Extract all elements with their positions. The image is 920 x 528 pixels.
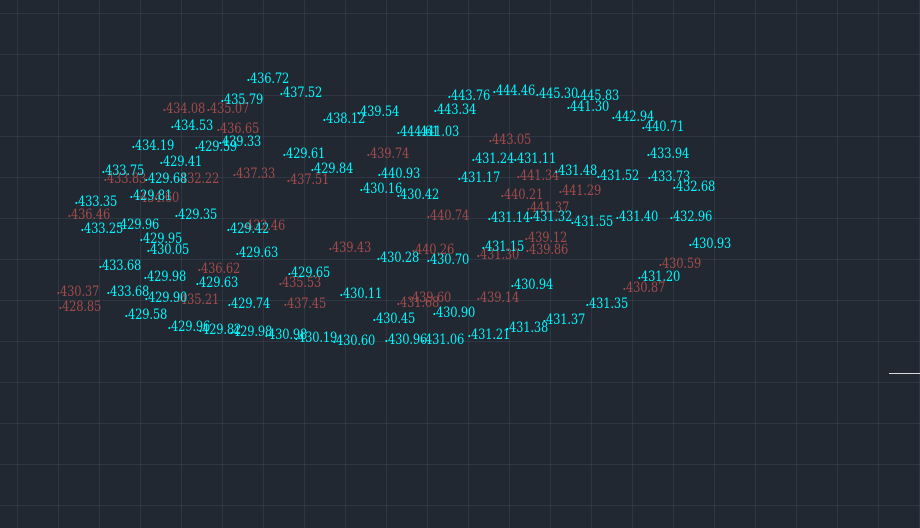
cyan-elevation-label[interactable]: 430.60 bbox=[333, 334, 375, 348]
cyan-elevation-label[interactable]: 430.96 bbox=[385, 333, 427, 347]
cyan-elevation-label[interactable]: 431.21 bbox=[468, 328, 510, 342]
cyan-elevation-label[interactable]: 430.16 bbox=[360, 182, 402, 196]
cyan-elevation-label[interactable]: 434.53 bbox=[171, 119, 213, 133]
cyan-elevation-label[interactable]: 441.03 bbox=[417, 125, 459, 139]
cyan-elevation-label[interactable]: 433.68 bbox=[99, 259, 141, 273]
cyan-elevation-label[interactable]: 431.14 bbox=[488, 211, 530, 225]
red-elevation-label[interactable]: 440.74 bbox=[427, 209, 469, 223]
cyan-elevation-label[interactable]: 429.74 bbox=[228, 297, 270, 311]
red-elevation-label[interactable]: 436.62 bbox=[198, 262, 240, 276]
cyan-elevation-label[interactable]: 431.15 bbox=[482, 240, 524, 254]
cyan-elevation-label[interactable]: 439.54 bbox=[357, 105, 399, 119]
cyan-elevation-label[interactable]: 430.45 bbox=[373, 312, 415, 326]
cyan-elevation-label[interactable]: 430.94 bbox=[511, 278, 553, 292]
cyan-elevation-label[interactable]: 429.68 bbox=[145, 172, 187, 186]
red-elevation-label[interactable]: 428.85 bbox=[59, 300, 101, 314]
drawing-canvas[interactable]: 434.08 435.07 436.65 443.05 439.74 437.33 437.… bbox=[0, 0, 920, 528]
cyan-elevation-label[interactable]: 429.65 bbox=[288, 266, 330, 280]
cyan-elevation-label[interactable]: 429.96 bbox=[117, 218, 159, 232]
cyan-elevation-label[interactable]: 440.71 bbox=[642, 120, 684, 134]
cyan-elevation-label[interactable]: 440.93 bbox=[378, 167, 420, 181]
cyan-elevation-label[interactable]: 434.19 bbox=[132, 139, 174, 153]
cyan-elevation-label[interactable]: 437.52 bbox=[280, 86, 322, 100]
cyan-elevation-label[interactable]: 429.59 bbox=[195, 140, 237, 154]
cyan-elevation-label[interactable]: 431.32 bbox=[530, 210, 572, 224]
cyan-elevation-label[interactable]: 429.84 bbox=[311, 162, 353, 176]
red-elevation-label[interactable]: 439.74 bbox=[367, 147, 409, 161]
cyan-elevation-label[interactable]: 431.11 bbox=[514, 152, 556, 166]
cyan-elevation-label[interactable]: 431.48 bbox=[555, 164, 597, 178]
cyan-elevation-label[interactable]: 430.93 bbox=[689, 237, 731, 251]
cyan-elevation-label[interactable]: 430.05 bbox=[147, 243, 189, 257]
red-elevation-label[interactable]: 439.43 bbox=[329, 241, 371, 255]
cyan-elevation-label[interactable]: 444.46 bbox=[493, 84, 535, 98]
cyan-elevation-label[interactable]: 436.72 bbox=[247, 72, 289, 86]
cyan-elevation-label[interactable]: 430.90 bbox=[433, 306, 475, 320]
red-elevation-label[interactable]: 431.68 bbox=[397, 296, 439, 310]
cyan-elevation-label[interactable]: 431.38 bbox=[506, 321, 548, 335]
cyan-elevation-label[interactable]: 433.94 bbox=[647, 147, 689, 161]
cyan-elevation-label[interactable]: 433.75 bbox=[102, 164, 144, 178]
cyan-elevation-label[interactable]: 429.41 bbox=[160, 155, 202, 169]
cyan-elevation-label[interactable]: 429.35 bbox=[175, 208, 217, 222]
cyan-elevation-label[interactable]: 431.40 bbox=[616, 210, 658, 224]
cyan-elevation-label[interactable]: 429.63 bbox=[236, 246, 278, 260]
red-elevation-label[interactable]: 437.45 bbox=[284, 297, 326, 311]
cyan-elevation-label[interactable]: 429.81 bbox=[130, 189, 172, 203]
cyan-elevation-label[interactable]: 430.42 bbox=[397, 188, 439, 202]
cyan-elevation-label[interactable]: 431.06 bbox=[422, 333, 464, 347]
cyan-elevation-label[interactable]: 430.70 bbox=[427, 253, 469, 267]
red-elevation-label[interactable]: 430.37 bbox=[57, 285, 99, 299]
cyan-elevation-label[interactable]: 443.76 bbox=[448, 89, 490, 103]
cyan-elevation-label[interactable]: 432.96 bbox=[670, 210, 712, 224]
cyan-elevation-label[interactable]: 441.30 bbox=[567, 100, 609, 114]
cyan-elevation-label[interactable]: 430.11 bbox=[340, 287, 382, 301]
cyan-elevation-label[interactable]: 429.90 bbox=[145, 291, 187, 305]
cyan-elevation-label[interactable]: 431.37 bbox=[543, 313, 585, 327]
cyan-elevation-label[interactable]: 431.20 bbox=[638, 270, 680, 284]
cyan-elevation-label[interactable]: 430.19 bbox=[295, 331, 337, 345]
red-elevation-label[interactable]: 439.86 bbox=[526, 243, 568, 257]
red-elevation-label[interactable]: 441.34 bbox=[517, 169, 559, 183]
cyan-elevation-label[interactable]: 430.28 bbox=[377, 251, 419, 265]
red-elevation-label[interactable]: 441.29 bbox=[559, 184, 601, 198]
cyan-elevation-label[interactable]: 431.35 bbox=[586, 297, 628, 311]
cyan-elevation-label[interactable]: 433.35 bbox=[75, 195, 117, 209]
cyan-elevation-label[interactable]: 431.55 bbox=[571, 215, 613, 229]
cyan-elevation-label[interactable]: 432.68 bbox=[673, 180, 715, 194]
red-elevation-label[interactable]: 436.46 bbox=[68, 208, 110, 222]
cursor-crosshair bbox=[889, 373, 920, 374]
cyan-elevation-label[interactable]: 429.63 bbox=[196, 276, 238, 290]
red-elevation-label[interactable]: 434.08 bbox=[163, 102, 205, 116]
cyan-elevation-label[interactable]: 431.52 bbox=[597, 169, 639, 183]
cyan-elevation-label[interactable]: 431.24 bbox=[472, 152, 514, 166]
cyan-elevation-label[interactable]: 429.58 bbox=[125, 308, 167, 322]
red-elevation-label[interactable]: 439.14 bbox=[477, 291, 519, 305]
cyan-elevation-label[interactable]: 431.17 bbox=[458, 171, 500, 185]
cyan-elevation-label[interactable]: 429.42 bbox=[227, 222, 269, 236]
red-elevation-label[interactable]: 443.05 bbox=[489, 133, 531, 147]
cyan-elevation-label[interactable]: 433.68 bbox=[107, 285, 149, 299]
red-elevation-label[interactable]: 437.33 bbox=[233, 167, 275, 181]
cyan-elevation-label[interactable]: 443.34 bbox=[434, 103, 476, 117]
cyan-elevation-label[interactable]: 429.61 bbox=[283, 147, 325, 161]
cyan-elevation-label[interactable]: 435.79 bbox=[221, 93, 263, 107]
cyan-elevation-label[interactable]: 429.98 bbox=[144, 270, 186, 284]
